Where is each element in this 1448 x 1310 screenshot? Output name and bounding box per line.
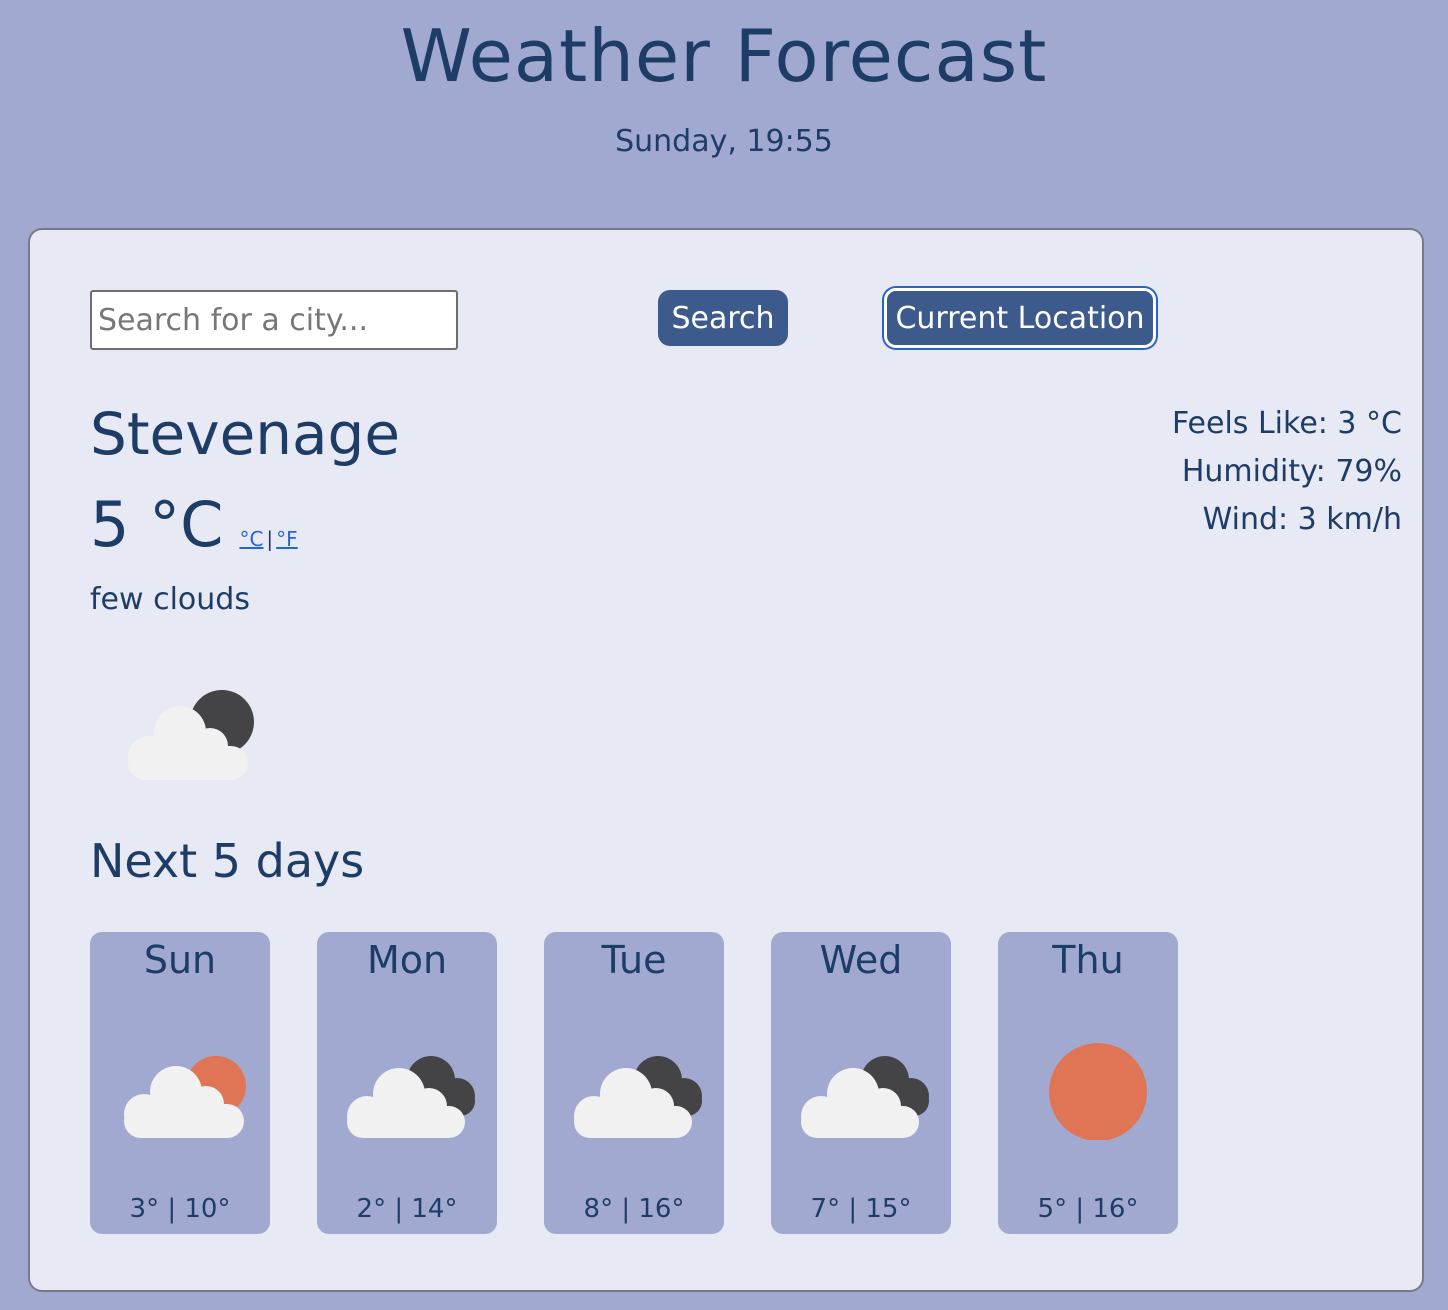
- search-button[interactable]: Search: [658, 290, 788, 346]
- forecast-day: Tue 8° | 16°: [544, 932, 724, 1234]
- current-datetime: Sunday, 19:55: [615, 124, 833, 159]
- city-name: Stevenage: [90, 400, 401, 468]
- wind: Wind: 3 km/h: [1202, 502, 1402, 537]
- forecast-day-name: Sun: [143, 938, 217, 982]
- clear-sky-icon: [1049, 1043, 1147, 1140]
- forecast-temps: 3° | 10°: [129, 1194, 231, 1224]
- weather-description: few clouds: [90, 582, 250, 617]
- forecast-temps: 7° | 15°: [810, 1194, 912, 1224]
- forecast-temps: 2° | 14°: [356, 1194, 458, 1224]
- partly-cloudy-day-icon: [124, 1056, 246, 1138]
- forecast-temps: 5° | 16°: [1037, 1194, 1139, 1224]
- feels-like: Feels Like: 3 °C: [1171, 406, 1402, 441]
- weather-details: Feels Like: 3 °C Humidity: 79% Wind: 3 k…: [1172, 400, 1402, 544]
- forecast-day: Mon 2° | 14°: [317, 932, 497, 1234]
- forecast-day: Wed 7° | 15°: [771, 932, 951, 1234]
- forecast-day-name: Wed: [819, 938, 903, 982]
- forecast-day-name: Tue: [601, 938, 667, 982]
- current-location-button[interactable]: Current Location: [884, 288, 1156, 348]
- celsius-link[interactable]: °C: [239, 527, 263, 551]
- page-title: Weather Forecast: [400, 14, 1048, 98]
- forecast-day: Sun 3° | 10°: [90, 932, 270, 1234]
- forecast-temps: 8° | 16°: [583, 1194, 685, 1224]
- current-temperature: 5 °C: [90, 488, 224, 561]
- broken-clouds-icon: [574, 1056, 702, 1138]
- unit-toggle: °C | °F: [239, 527, 297, 551]
- weather-card: Search Current Location Stevenage 5 °C °…: [28, 228, 1424, 1292]
- fahrenheit-link[interactable]: °F: [276, 527, 298, 551]
- broken-clouds-icon: [801, 1056, 929, 1138]
- temperature-row: 5 °C °C | °F: [90, 488, 298, 561]
- humidity: Humidity: 79%: [1181, 454, 1402, 489]
- broken-clouds-icon: [347, 1056, 475, 1138]
- forecast-day: Thu 5° | 16°: [998, 932, 1178, 1234]
- forecast-day-name: Mon: [366, 938, 448, 982]
- forecast-title: Next 5 days: [90, 834, 365, 888]
- forecast-day-name: Thu: [1052, 938, 1124, 982]
- unit-separator: |: [266, 527, 274, 551]
- search-input[interactable]: [90, 290, 458, 350]
- few-clouds-night-icon: [128, 690, 254, 780]
